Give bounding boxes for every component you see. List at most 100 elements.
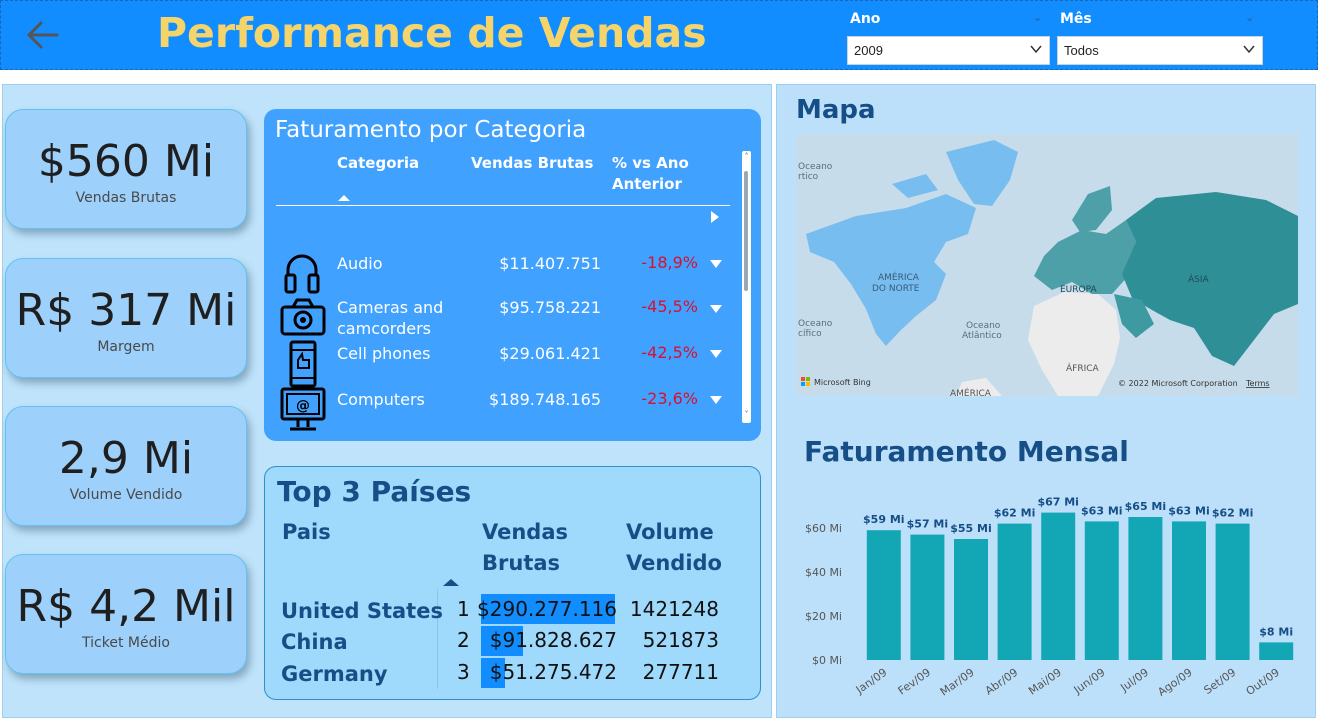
header-bar: Performance de Vendas Ano ⌄ 2009 Mês ⌄ T… (0, 0, 1318, 70)
svg-text:@: @ (296, 398, 310, 414)
column-header-sales[interactable]: Vendas Brutas (471, 153, 593, 174)
kpi-value: R$ 4,2 Mil (16, 581, 236, 632)
back-arrow-icon[interactable] (23, 15, 63, 55)
svg-text:cífico: cífico (798, 329, 822, 339)
expand-row-computers-icon[interactable] (710, 396, 722, 404)
country-rank: 2 (457, 628, 470, 652)
column-header-sales[interactable]: Vendas Brutas (482, 517, 592, 579)
category-table-title: Faturamento por Categoria (275, 117, 587, 143)
expand-right-icon[interactable] (709, 210, 721, 224)
y-tick-label: $20 Mi (805, 610, 842, 623)
expand-row-cameras-icon[interactable] (710, 305, 722, 313)
page-title: Performance de Vendas (157, 9, 707, 57)
bar (1171, 521, 1207, 660)
chart-title: Faturamento Mensal (804, 435, 1129, 468)
country-sales: $290.277.116 (477, 597, 617, 621)
expand-row-audio-icon[interactable] (710, 260, 722, 268)
y-tick-label: $60 Mi (805, 522, 842, 535)
x-tick-label: Abr/09 (983, 666, 1021, 698)
bar (1084, 521, 1119, 660)
country-volume: 1421248 (629, 597, 719, 621)
bar (866, 530, 901, 660)
category-name-computers: Computers (337, 390, 425, 409)
bar-data-label: $67 Mi (1037, 496, 1079, 509)
column-header-category[interactable]: Categoria (337, 153, 419, 174)
svg-text:Oceano: Oceano (798, 162, 833, 172)
country-rank: 3 (457, 660, 470, 684)
country-volume: 521873 (642, 628, 719, 652)
top-countries-card: Top 3 Países Pais Vendas Brutas Volume V… (264, 466, 761, 700)
year-filter-dropdown[interactable]: 2009 (847, 36, 1050, 65)
svg-text:EUROPA: EUROPA (1060, 285, 1097, 295)
country-name: Germany (281, 662, 388, 686)
x-tick-label: Jan/09 (853, 666, 890, 697)
sort-ascending-icon[interactable] (338, 195, 350, 201)
scroll-down-icon[interactable]: ˅ (742, 411, 751, 419)
country-volume: 277711 (642, 660, 719, 684)
bar (1041, 512, 1076, 660)
monthly-revenue-chart: $0 Mi $20 Mi $40 Mi $60 Mi $59 Mi Jan/09 $57 M… (805, 496, 1294, 699)
bar (1215, 523, 1250, 660)
chevron-down-icon (1243, 45, 1255, 54)
svg-text:ÁSIA: ÁSIA (1188, 273, 1210, 285)
kpi-card-margin: R$ 317 Mi Margem (5, 258, 247, 378)
category-sales-cell-phones: $29.061.421 (499, 344, 601, 363)
country-sales: $51.275.472 (489, 660, 617, 684)
bar-data-label: $62 Mi (1212, 507, 1254, 520)
x-tick-label: Mar/09 (938, 666, 977, 699)
svg-text:© 2022 Microsoft Corporation: © 2022 Microsoft Corporation (1118, 379, 1238, 388)
bar (1128, 517, 1163, 660)
cell-phone-icon (289, 340, 317, 388)
kpi-label: Margem (97, 339, 155, 355)
kpi-value: 2,9 Mi (58, 433, 194, 484)
y-tick-label: $0 Mi (812, 654, 842, 667)
month-filter-collapse-icon[interactable]: ⌄ (1245, 11, 1254, 24)
svg-text:AMÉRICA: AMÉRICA (950, 387, 992, 396)
column-header-country[interactable]: Pais (282, 517, 331, 548)
svg-text:Terms: Terms (1245, 379, 1270, 388)
sort-ascending-icon[interactable] (443, 579, 459, 586)
table-scrollbar[interactable]: ˄ ˅ (742, 151, 751, 423)
chevron-down-icon (1030, 45, 1042, 54)
bar-data-label: $59 Mi (863, 513, 905, 526)
camera-icon (280, 298, 326, 336)
year-filter-collapse-icon[interactable]: ⌄ (1033, 11, 1042, 24)
svg-text:DO NORTE: DO NORTE (872, 284, 920, 294)
scroll-up-icon[interactable]: ˄ (742, 153, 751, 161)
kpi-label: Vendas Brutas (75, 190, 177, 206)
column-header-pct[interactable]: % vs Ano Anterior (612, 153, 712, 195)
bar-data-label: $63 Mi (1168, 504, 1210, 517)
category-pct-computers: -23,6% (641, 389, 698, 408)
header-divider (276, 205, 730, 206)
month-filter-dropdown[interactable]: Todos (1057, 36, 1263, 65)
month-filter-label: Mês (1060, 11, 1092, 27)
kpi-label: Volume Vendido (69, 487, 183, 503)
svg-text:rtico: rtico (798, 172, 819, 182)
x-tick-label: Set/09 (1202, 666, 1239, 697)
bar-data-label: $62 Mi (994, 507, 1036, 520)
kpi-card-avg-ticket: R$ 4,2 Mil Ticket Médio (5, 554, 247, 674)
country-name: China (281, 630, 348, 654)
x-tick-label: Ago/09 (1155, 666, 1194, 699)
column-header-volume[interactable]: Volume Vendido (626, 517, 736, 579)
bar (910, 534, 945, 660)
map-graphic: Oceano rtico AMÉRICA DO NORTE EUROPA ÁSI… (796, 134, 1298, 396)
category-pct-audio: -18,9% (641, 253, 698, 272)
svg-text:AMÉRICA: AMÉRICA (878, 271, 920, 283)
category-pct-cameras: -45,5% (641, 297, 698, 316)
scrollbar-thumb[interactable] (744, 171, 748, 291)
x-tick-label: Jul/09 (1117, 666, 1151, 695)
world-map[interactable]: Oceano rtico AMÉRICA DO NORTE EUROPA ÁSI… (796, 134, 1298, 396)
kpi-label: Ticket Médio (82, 635, 170, 651)
category-pct-cell-phones: -42,5% (641, 343, 698, 362)
country-rank: 1 (457, 597, 470, 621)
kpi-card-volume: 2,9 Mi Volume Vendido (5, 406, 247, 526)
expand-row-cell-phones-icon[interactable] (710, 350, 722, 358)
category-name-cameras: Cameras and camcorders (337, 298, 444, 338)
computer-icon: @ (280, 387, 326, 431)
bar-data-label: $63 Mi (1081, 504, 1123, 517)
y-tick-label: $40 Mi (805, 566, 842, 579)
svg-text:Oceano: Oceano (966, 321, 1001, 331)
bar-data-label: $8 Mi (1259, 625, 1293, 638)
bar (997, 523, 1032, 660)
